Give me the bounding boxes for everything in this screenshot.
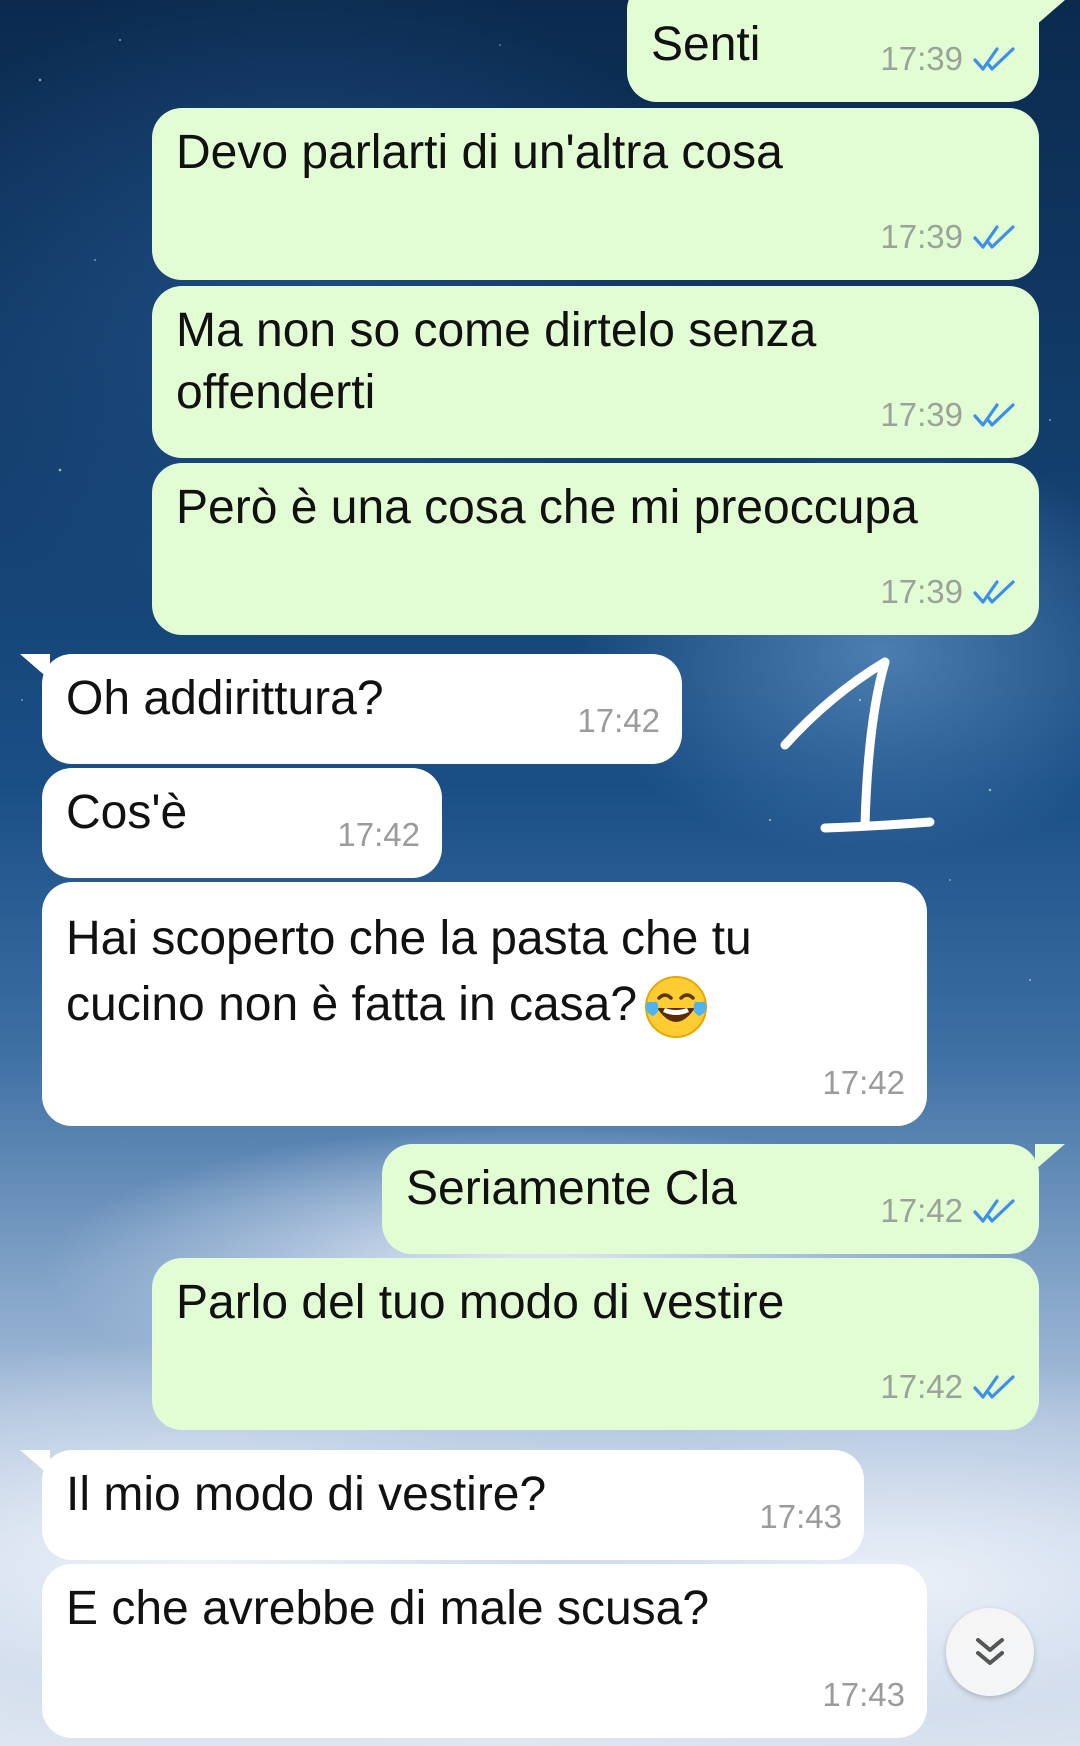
message-time: 17:39 [880, 40, 963, 77]
message-meta: 17:42 [880, 1180, 1017, 1242]
message-text: Parlo del tuo modo di vestire [176, 1276, 785, 1329]
double-check-icon [973, 1375, 1015, 1399]
message-meta: 17:42 [577, 690, 660, 752]
message-bubble-incoming[interactable]: Il mio modo di vestire? 17:43 [42, 1450, 864, 1560]
message-text: Il mio modo di vestire? [66, 1468, 547, 1521]
message-bubble-incoming[interactable]: Cos'è 17:42 [42, 768, 442, 878]
face-with-tears-of-joy-icon [645, 976, 708, 1039]
bubble-tail [1035, 0, 1065, 26]
message-time: 17:42 [337, 816, 420, 853]
double-check-icon [973, 1199, 1015, 1223]
message-bubble-outgoing[interactable]: Però è una cosa che mi preoccupa 17:39 [152, 463, 1039, 635]
message-meta: 17:43 [759, 1486, 842, 1548]
message-bubble-incoming[interactable]: Oh addirittura? 17:42 [42, 654, 682, 764]
message-text: Hai scoperto che la pasta che tu cucino … [66, 906, 836, 1040]
message-meta: 17:42 [880, 1356, 1017, 1418]
message-bubble-outgoing[interactable]: Senti 17:39 [627, 0, 1039, 102]
message-time: 17:42 [880, 1368, 963, 1405]
message-meta: 17:39 [880, 28, 1017, 90]
bubble-tail [1035, 1144, 1065, 1170]
handwritten-number-annotation [780, 657, 935, 833]
double-chevron-down-icon [976, 1638, 1004, 1665]
double-check-icon [973, 47, 1015, 71]
message-text: E che avrebbe di male scusa? [66, 1582, 710, 1635]
message-time: 17:42 [577, 702, 660, 739]
message-time: 17:42 [822, 1064, 905, 1101]
message-time: 17:43 [759, 1498, 842, 1535]
scroll-to-bottom-button[interactable] [946, 1608, 1034, 1696]
message-bubble-incoming[interactable]: Hai scoperto che la pasta che tu cucino … [42, 882, 927, 1126]
message-time: 17:39 [880, 573, 963, 610]
double-check-icon [973, 225, 1015, 249]
message-time: 17:39 [880, 218, 963, 255]
message-bubble-outgoing[interactable]: Devo parlarti di un'altra cosa 17:39 [152, 108, 1039, 280]
double-check-icon [973, 580, 1015, 604]
message-meta: 17:43 [822, 1664, 905, 1726]
double-check-icon [973, 403, 1015, 427]
message-text: Però è una cosa che mi preoccupa [176, 481, 918, 534]
message-time: 17:43 [822, 1676, 905, 1713]
message-meta: 17:39 [880, 206, 1017, 268]
message-time: 17:42 [880, 1192, 963, 1229]
message-bubble-outgoing[interactable]: Parlo del tuo modo di vestire 17:42 [152, 1258, 1039, 1430]
message-text: Ma non so come dirtelo senza offenderti [176, 304, 817, 419]
message-meta: 17:39 [880, 561, 1017, 623]
message-bubble-outgoing[interactable]: Seriamente Cla 17:42 [382, 1144, 1039, 1254]
message-meta: 17:42 [822, 1052, 905, 1114]
message-text: Oh addirittura? [66, 672, 384, 725]
message-meta: 17:39 [880, 384, 1017, 446]
chat-screen: Senti 17:39 Devo parlarti di un'altra co… [0, 0, 1080, 1746]
message-time: 17:39 [880, 396, 963, 433]
message-bubble-outgoing[interactable]: Ma non so come dirtelo senza offenderti … [152, 286, 1039, 458]
message-text: Devo parlarti di un'altra cosa [176, 126, 783, 179]
message-bubble-incoming[interactable]: E che avrebbe di male scusa? 17:43 [42, 1564, 927, 1738]
message-meta: 17:42 [337, 804, 420, 866]
